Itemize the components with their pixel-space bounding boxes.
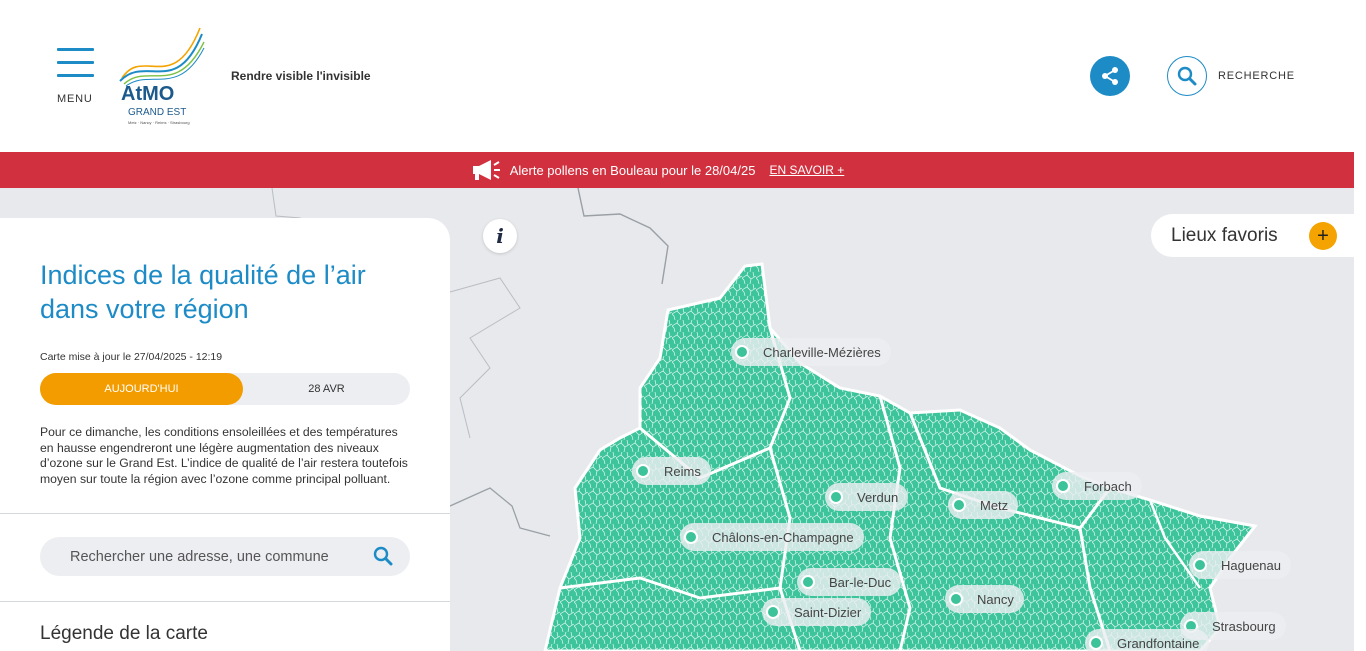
city-marker-dot: [684, 530, 698, 544]
svg-text:Metz · Nancy · Reims · Strasbo: Metz · Nancy · Reims · Strasbourg: [128, 120, 190, 125]
divider: [0, 601, 450, 602]
city-marker-metz[interactable]: Metz: [948, 491, 1019, 519]
megaphone-icon: [472, 160, 500, 180]
tab-tomorrow[interactable]: 28 AVR: [243, 373, 410, 405]
search-button[interactable]: [1167, 56, 1207, 96]
add-favorite-button[interactable]: +: [1309, 222, 1337, 250]
city-marker-forbach[interactable]: Forbach: [1052, 472, 1142, 500]
city-marker-dot: [949, 592, 963, 606]
panel-title: Indices de la qualité de l’air dans votr…: [40, 260, 366, 324]
city-marker-haguenau[interactable]: Haguenau: [1189, 551, 1291, 579]
day-toggle: AUJOURD'HUI 28 AVR: [40, 373, 410, 405]
search-label[interactable]: RECHERCHE: [1218, 70, 1295, 82]
alert-text: Alerte pollens en Bouleau pour le 28/04/…: [509, 162, 756, 178]
city-marker-verdun[interactable]: Verdun: [825, 483, 909, 511]
city-marker-dot: [1193, 558, 1207, 572]
city-marker-dot: [735, 345, 749, 359]
air-quality-panel: Indices de la qualité de l’air dans votr…: [0, 218, 450, 651]
city-marker-bar-le-duc[interactable]: Bar-le-Duc: [797, 568, 902, 596]
menu-label[interactable]: MENU: [57, 93, 93, 105]
tab-today[interactable]: AUJOURD'HUI: [40, 373, 243, 405]
city-marker-saint-dizier[interactable]: Saint-Dizier: [762, 598, 872, 626]
city-marker-grandfontaine[interactable]: Grandfontaine: [1085, 629, 1210, 651]
atmo-logo[interactable]: AtMO GRAND EST Metz · Nancy · Reims · St…: [118, 26, 208, 128]
address-search-input[interactable]: [70, 548, 360, 565]
share-icon: [1102, 67, 1118, 85]
divider: [0, 513, 450, 514]
city-marker-reims[interactable]: Reims: [632, 457, 711, 485]
map-update-date: Carte mise à jour le 27/04/2025 - 12:19: [40, 351, 223, 363]
hamburger-menu-icon[interactable]: [57, 48, 94, 87]
city-marker-dot: [766, 605, 780, 619]
svg-text:AtMO: AtMO: [121, 83, 174, 105]
site-header: MENU AtMO GRAND EST Metz · Nancy · Reims…: [0, 0, 1354, 152]
legend-title: Légende de la carte: [40, 623, 208, 644]
address-search: [40, 537, 410, 576]
forecast-text: Pour ce dimanche, les conditions ensolei…: [40, 425, 408, 487]
city-marker-dot: [636, 464, 650, 478]
info-icon[interactable]: i: [483, 219, 517, 253]
tagline: Rendre visible l'invisible: [231, 69, 371, 83]
favorite-places-panel[interactable]: Lieux favoris +: [1151, 214, 1354, 257]
city-marker-nancy[interactable]: Nancy: [945, 585, 1024, 613]
alert-banner: Alerte pollens en Bouleau pour le 28/04/…: [0, 152, 1354, 188]
share-button[interactable]: [1090, 56, 1130, 96]
svg-text:GRAND EST: GRAND EST: [128, 107, 186, 118]
alert-more-link[interactable]: EN SAVOIR +: [769, 163, 844, 177]
city-marker-dot: [952, 498, 966, 512]
search-icon: [1177, 66, 1197, 86]
favorite-places-label: Lieux favoris: [1171, 224, 1278, 246]
city-marker-dot: [1056, 479, 1070, 493]
city-marker-chalons[interactable]: Châlons-en-Champagne: [680, 523, 864, 551]
city-marker-charleville[interactable]: Charleville-Mézières: [731, 338, 891, 366]
search-icon[interactable]: [373, 546, 393, 566]
city-marker-dot: [829, 490, 843, 504]
city-marker-dot: [1089, 636, 1103, 650]
city-marker-dot: [801, 575, 815, 589]
